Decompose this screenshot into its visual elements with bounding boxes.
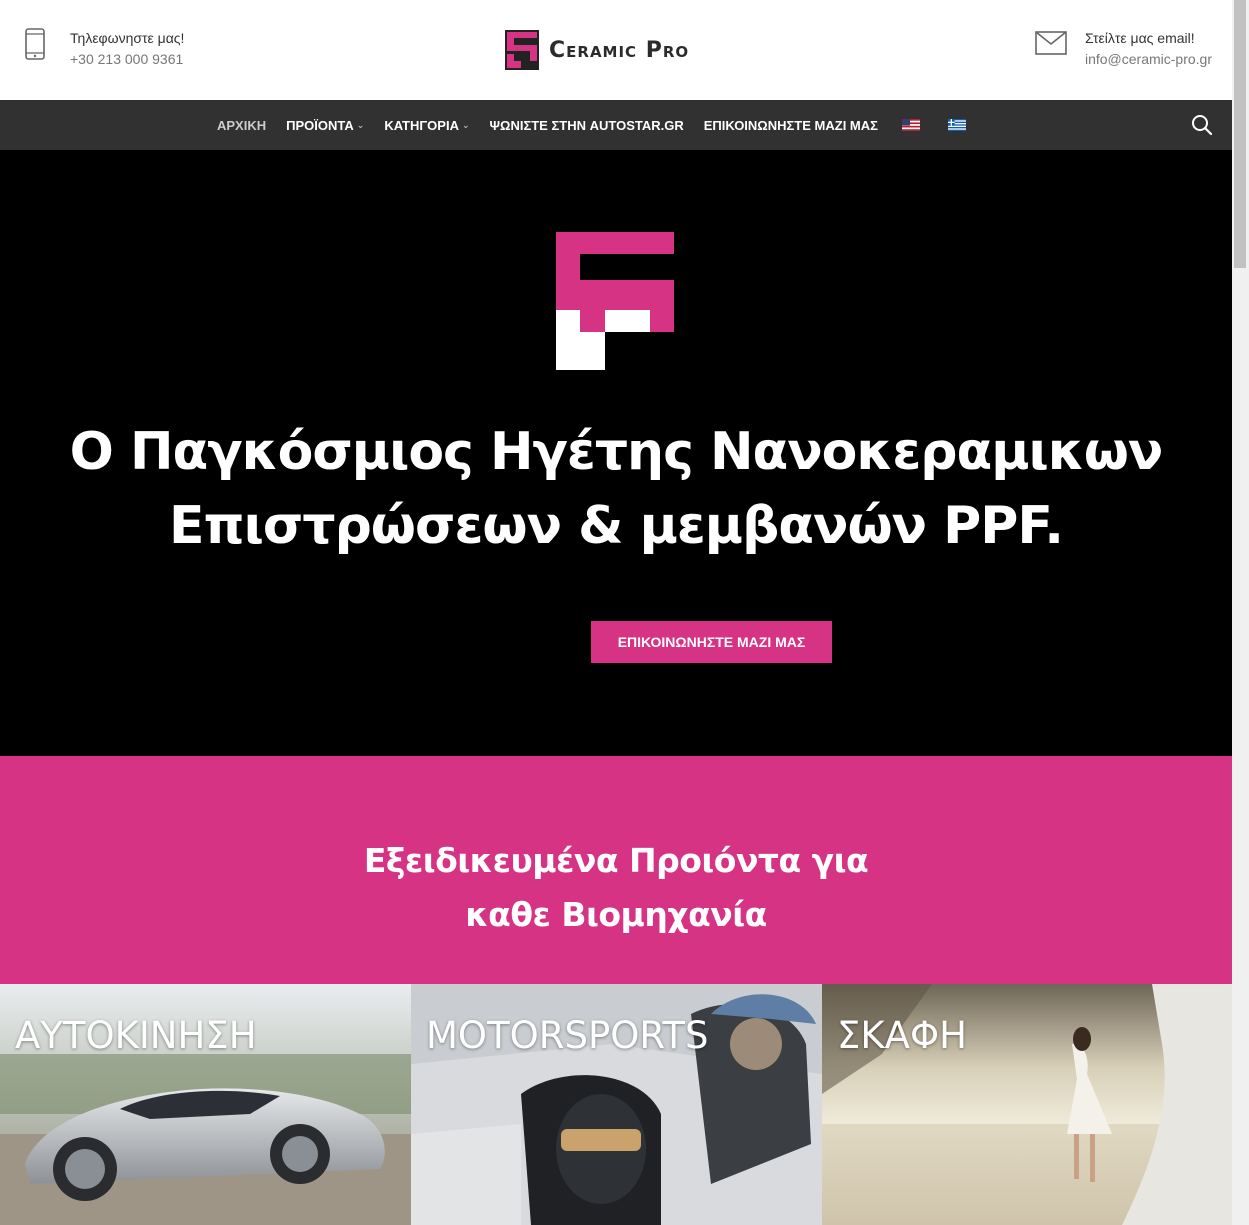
phone-label: Τηλεφωνηστε μας! [70,30,185,46]
tile-automotive[interactable]: ΑΥΤΟΚΙΝΗΣΗ [0,984,411,1225]
top-header: Τηλεφωνηστε μας! +30 213 000 9361 Cerami… [0,0,1232,100]
tile-automotive-label: ΑΥΤΟΚΙΝΗΣΗ [15,1014,257,1057]
greek-flag-icon[interactable] [947,119,966,131]
email-contact[interactable]: Στείλτε μας email! info@ceramic-pro.gr [1035,28,1212,70]
nav-autostar-label: ΨΩΝΙΣΤΕ ΣΤΗΝ AUTOSTAR.GR [489,117,684,133]
hero-title: Ο Παγκόσμιος Ηγέτης Νανοκεραμικων Επιστρ… [0,415,1232,563]
industries-section: Εξειδικευμένα Προιόντα για καθε Βιομηχαν… [0,756,1232,984]
tile-motorsports-label: MOTORSPORTS [426,1014,709,1057]
industry-tiles: ΑΥΤΟΚΙΝΗΣΗ MOTORSPORTS ΣΚΑΦΗ [0,984,1232,1225]
nav-products[interactable]: ΠΡΟΪΟΝΤΑ ⌄ [276,118,374,133]
nav-category[interactable]: ΚΑΤΗΓΟΡΙΑ ⌄ [374,118,479,133]
chevron-down-icon: ⌄ [461,119,470,130]
nav-contact[interactable]: ΕΠΙΚΟΙΝΩΝΗΣΤΕ ΜΑΖΙ ΜΑΣ [694,118,888,133]
hero-logo-mark [556,232,674,370]
email-label: Στείλτε μας email! [1084,30,1195,46]
contact-us-button[interactable]: ΕΠΙΚΟΙΝΩΝΗΣΤΕ ΜΑΖΙ ΜΑΣ [591,621,832,663]
chevron-down-icon: ⌄ [356,119,365,130]
nav-home[interactable]: ΑΡΧΙΚΗ [207,118,276,133]
nav-autostar[interactable]: ΨΩΝΙΣΤΕ ΣΤΗΝ AUTOSTAR.GR [480,118,694,133]
main-nav: ΑΡΧΙΚΗ ΠΡΟΪΟΝΤΑ ⌄ ΚΑΤΗΓΟΡΙΑ ⌄ ΨΩΝΙΣΤΕ ΣΤΗΝ… [0,100,1232,150]
scrollbar[interactable] [1232,0,1249,1225]
hero-title-line2: Επιστρώσεων & μεμβανών PPF. [168,496,1064,556]
search-icon[interactable] [1190,113,1214,137]
nav-home-label: ΑΡΧΙΚΗ [217,117,267,133]
phone-contact[interactable]: Τηλεφωνηστε μας! +30 213 000 9361 [24,28,184,70]
industries-title: Εξειδικευμένα Προιόντα για καθε Βιομηχαν… [0,834,1232,942]
logo-mark [505,30,539,70]
hero-title-line1: Ο Παγκόσμιος Ηγέτης Νανοκεραμικων [69,422,1164,482]
site-logo[interactable]: Ceramic Pro [505,30,689,70]
tile-boats[interactable]: ΣΚΑΦΗ [822,984,1232,1225]
hero-section: Ο Παγκόσμιος Ηγέτης Νανοκεραμικων Επιστρ… [0,150,1232,756]
logo-text: Ceramic Pro [549,37,690,63]
phone-icon [25,28,45,60]
industries-title-line2: καθε Βιομηχανία [465,895,767,934]
phone-number[interactable]: +30 213 000 9361 [70,49,184,70]
us-flag-icon[interactable] [901,119,920,131]
page: Τηλεφωνηστε μας! +30 213 000 9361 Cerami… [0,0,1232,1225]
nav-contact-label: ΕΠΙΚΟΙΝΩΝΗΣΤΕ ΜΑΖΙ ΜΑΣ [703,117,878,133]
nav-products-label: ΠΡΟΪΟΝΤΑ [286,117,354,133]
scrollbar-thumb[interactable] [1234,0,1246,268]
mail-icon [1035,31,1067,55]
industries-title-line1: Εξειδικευμένα Προιόντα για [363,841,869,880]
tile-boats-label: ΣΚΑΦΗ [837,1014,967,1057]
nav-category-label: ΚΑΤΗΓΟΡΙΑ [384,117,459,133]
email-address[interactable]: info@ceramic-pro.gr [1085,49,1212,70]
tile-motorsports[interactable]: MOTORSPORTS [411,984,822,1225]
